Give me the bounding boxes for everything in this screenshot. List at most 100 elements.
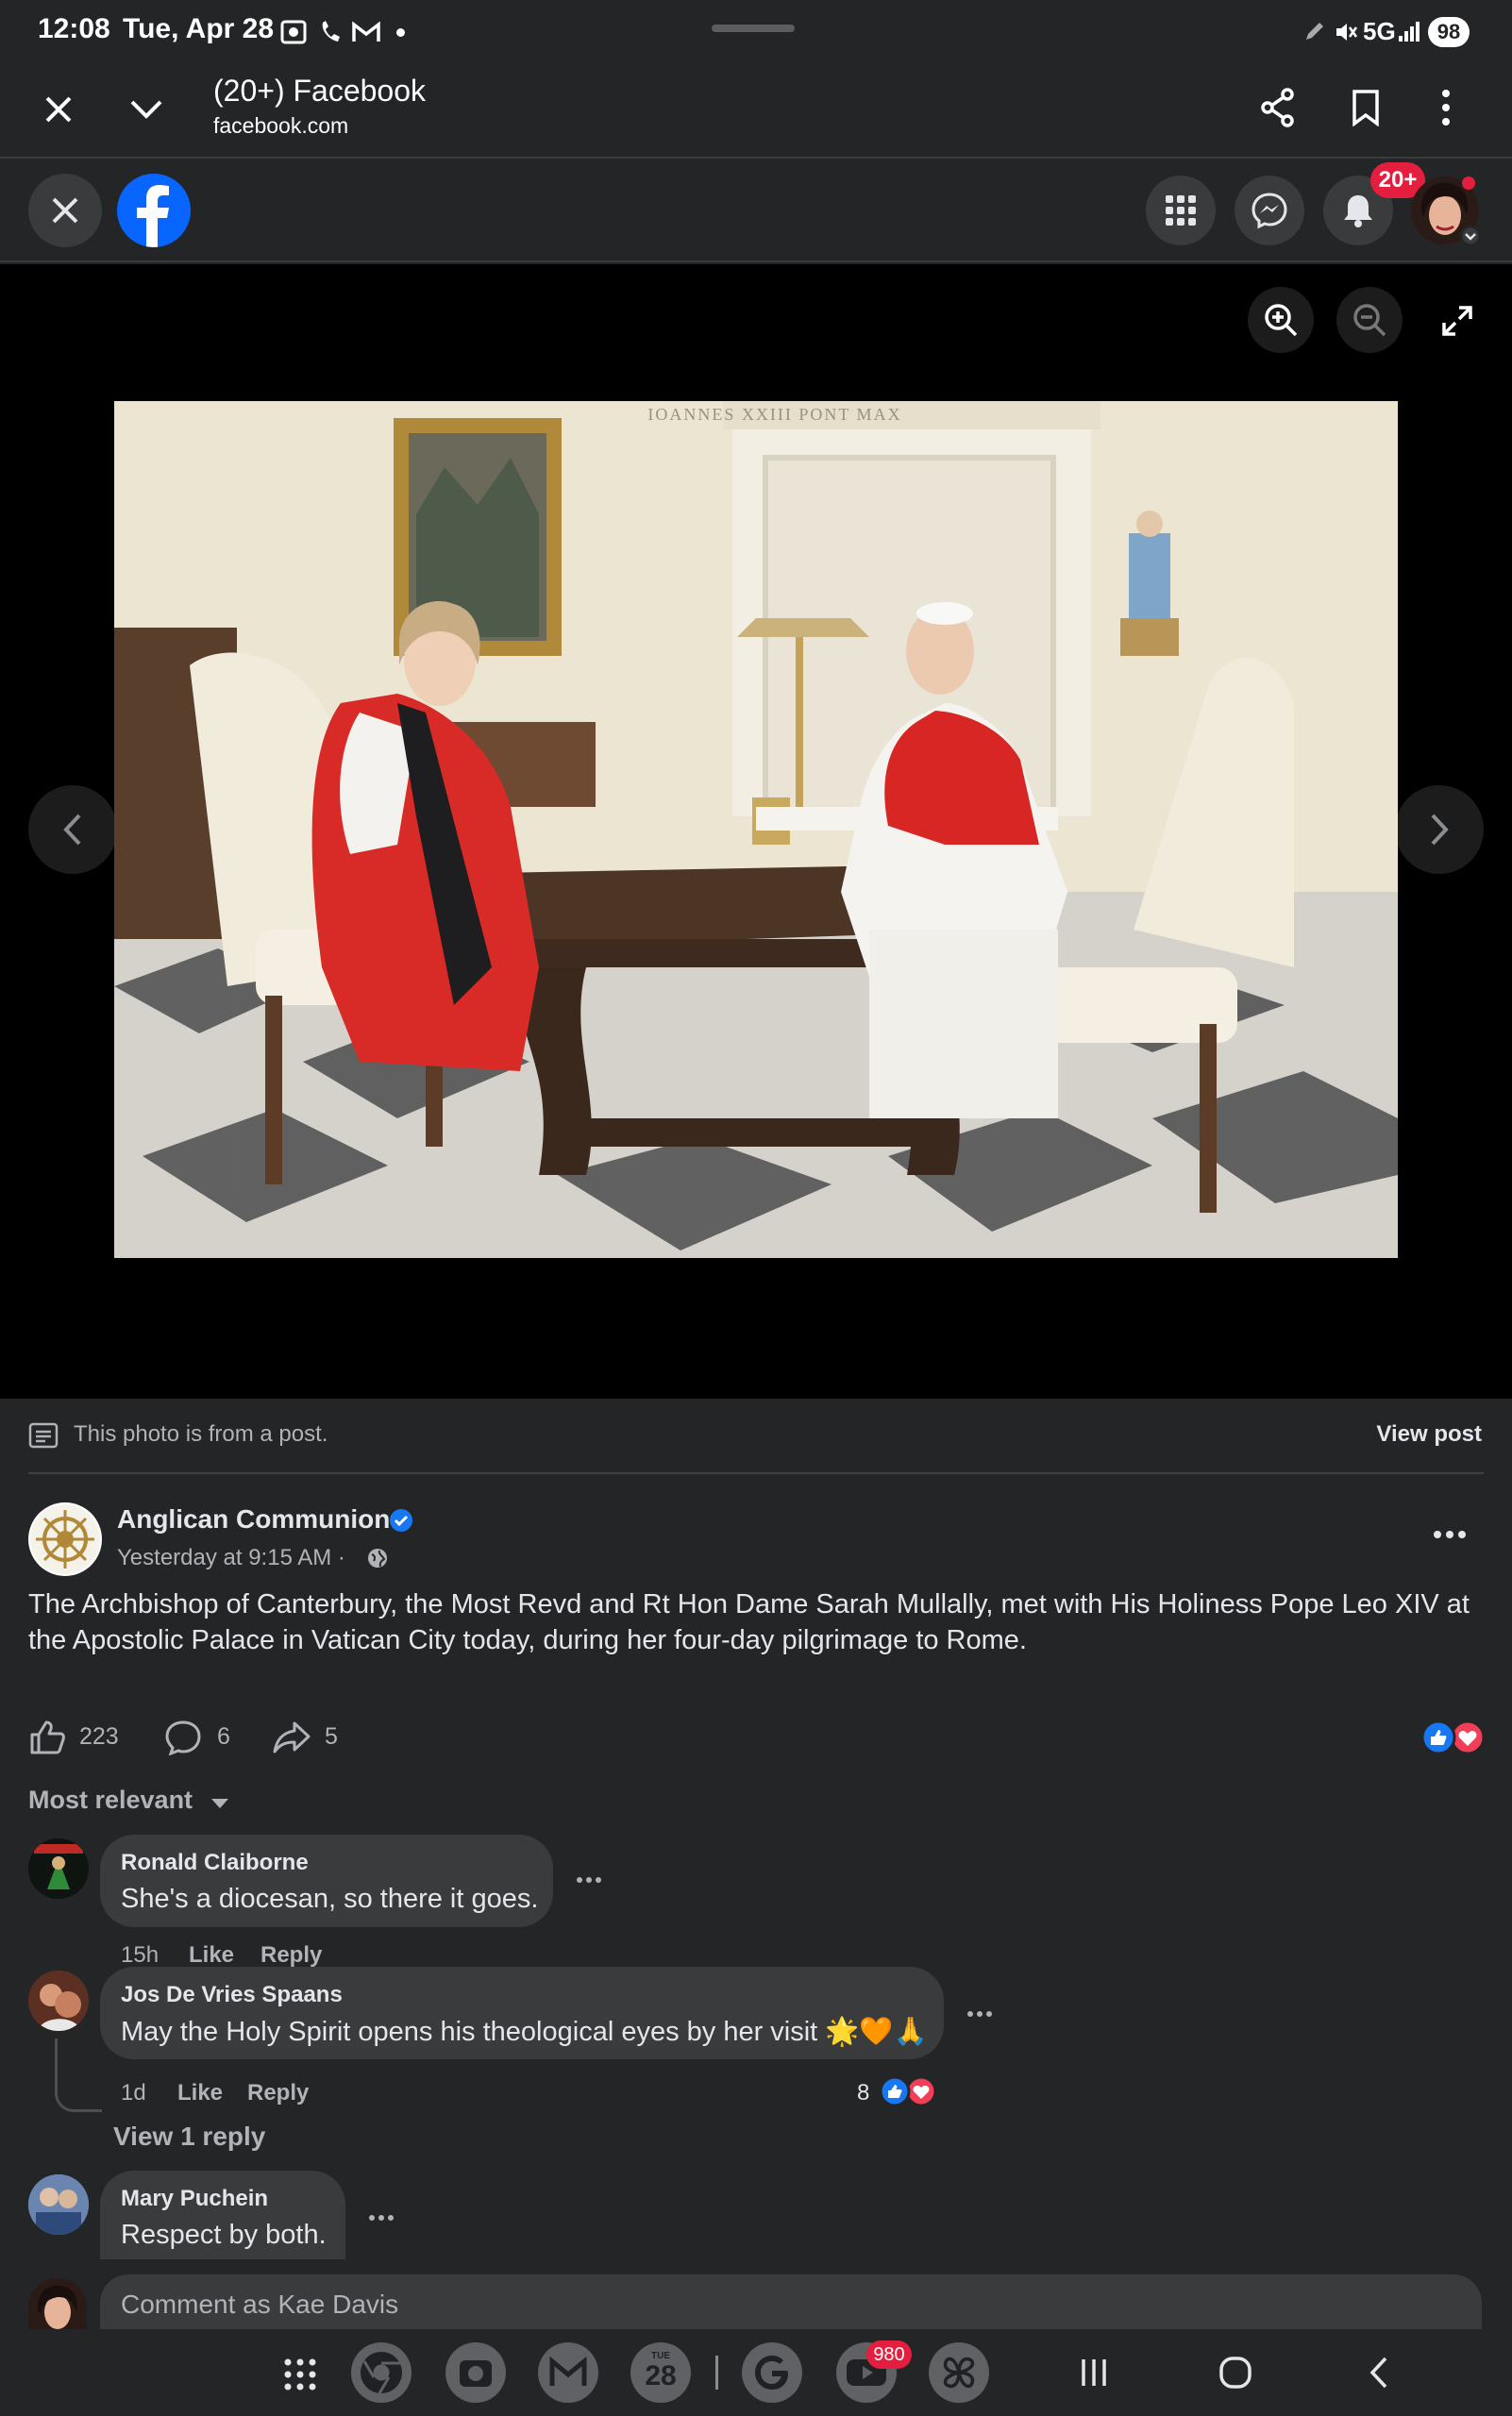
screenshot-icon (279, 19, 308, 45)
comment-avatar[interactable] (28, 2174, 89, 2235)
comment-input-placeholder[interactable]: Comment as Kae Davis (121, 2290, 398, 2320)
comment-options-icon[interactable] (368, 2214, 395, 2222)
network-type: 5G (1363, 17, 1396, 45)
comment-reply-button[interactable]: Reply (247, 2080, 309, 2106)
reactions-summary-icon[interactable] (1420, 1720, 1487, 1755)
like-icon[interactable] (28, 1720, 66, 1755)
close-viewer-button[interactable] (28, 174, 102, 247)
facebook-logo-icon[interactable] (117, 174, 191, 247)
post-timestamp[interactable]: Yesterday at 9:15 AM · (117, 1545, 345, 1571)
status-time: 12:08 (38, 13, 110, 44)
sort-dropdown[interactable]: Most relevant (28, 1786, 193, 1815)
comment-age: 15h (121, 1942, 160, 1968)
comment-bubble: Mary Puchein Respect by both. (100, 2171, 345, 2259)
comment-author[interactable]: Ronald Claiborne (121, 1850, 309, 1876)
battery-level: 98 (1428, 17, 1470, 47)
home-icon[interactable] (1218, 2354, 1253, 2391)
chevron-left-icon (59, 811, 87, 848)
post-body-line-2: the Apostolic Palace in Vatican City tod… (28, 1625, 1027, 1655)
recents-icon[interactable] (1078, 2356, 1110, 2390)
comment-reaction-count[interactable]: 8 (857, 2080, 869, 2106)
caret-down-icon[interactable] (210, 1797, 230, 1810)
pinwheel-app-icon[interactable] (929, 2342, 989, 2403)
calendar-day: 28 (645, 2360, 677, 2391)
notification-dot-icon (396, 28, 405, 37)
more-vert-icon[interactable] (1438, 87, 1453, 128)
comment-reply-button[interactable]: Reply (260, 1942, 322, 1969)
profile-avatar[interactable] (1410, 174, 1480, 247)
next-photo-button[interactable] (1395, 785, 1484, 874)
comment-options-icon[interactable] (966, 2010, 993, 2018)
photo-inscription: IOANNES XXIII PONT MAX (647, 405, 901, 424)
comment-like-button[interactable]: Like (177, 2080, 223, 2106)
reply-thread-line (55, 2038, 102, 2112)
page-avatar[interactable] (28, 1502, 102, 1576)
tab-url: facebook.com (213, 113, 349, 138)
zoom-out-button[interactable] (1336, 287, 1403, 353)
view-post-link[interactable]: View post (1376, 1421, 1482, 1448)
drag-handle[interactable] (712, 25, 795, 32)
camera-app-icon[interactable] (445, 2342, 506, 2403)
comment-text: Respect by both. (121, 2220, 327, 2250)
comment-author[interactable]: Jos De Vries Spaans (121, 1982, 343, 2008)
back-icon[interactable] (1365, 2356, 1393, 2390)
wifi-call-icon (317, 19, 344, 45)
gmail-app-icon[interactable] (538, 2342, 598, 2403)
comment-text: May the Holy Spirit opens his theologica… (121, 2017, 928, 2047)
comment-count: 6 (217, 1723, 230, 1750)
close-icon (49, 194, 81, 226)
post-options-icon[interactable] (1433, 1529, 1467, 1540)
calendar-app-icon[interactable]: TUE 28 (630, 2342, 691, 2403)
custom-tab-bar: (20+) Facebook facebook.com (0, 64, 1512, 159)
signal-icon (1397, 19, 1421, 43)
share-icon[interactable] (1259, 87, 1297, 128)
minimize-chevron-icon[interactable] (128, 94, 164, 123)
comment-bubble: Jos De Vries Spaans May the Holy Spirit … (100, 1967, 944, 2059)
globe-icon (366, 1547, 389, 1569)
gmail-icon (351, 21, 381, 43)
google-app-icon[interactable] (742, 2342, 802, 2403)
verified-badge-icon (389, 1508, 413, 1533)
fullscreen-icon[interactable] (1440, 304, 1474, 338)
share-count: 5 (325, 1723, 338, 1750)
grid-menu-icon (1164, 193, 1198, 227)
comment-icon[interactable] (164, 1720, 202, 1755)
comment-text: She's a diocesan, so there it goes. (121, 1884, 539, 1914)
comment-options-icon[interactable] (576, 1876, 602, 1884)
previous-photo-button[interactable] (28, 785, 117, 874)
zoom-out-icon (1352, 302, 1387, 338)
post-notice-icon (28, 1422, 59, 1449)
comment-reactions-icon[interactable] (874, 2074, 940, 2108)
comment-bubble: Ronald Claiborne She's a diocesan, so th… (100, 1835, 553, 1927)
messenger-button[interactable] (1235, 176, 1304, 245)
comment-like-button[interactable]: Like (189, 1942, 234, 1969)
status-bar: 12:08 Tue, Apr 28 5G 98 (0, 0, 1512, 64)
zoom-in-button[interactable] (1248, 287, 1314, 353)
close-tab-icon[interactable] (42, 92, 76, 126)
app-drawer-icon[interactable] (283, 2357, 317, 2391)
facebook-header: 20+ (0, 160, 1512, 262)
bell-icon (1341, 193, 1375, 228)
view-replies-link[interactable]: View 1 reply (113, 2122, 265, 2152)
comment-avatar[interactable] (28, 1838, 89, 1899)
comment-avatar[interactable] (28, 1971, 89, 2031)
comment-author[interactable]: Mary Puchein (121, 2186, 268, 2212)
post-photo[interactable]: IOANNES XXIII PONT MAX (114, 401, 1398, 1258)
post-body-line-1: The Archbishop of Canterbury, the Most R… (28, 1589, 1470, 1619)
messenger-icon (1251, 192, 1288, 229)
tab-title: (20+) Facebook (213, 74, 427, 108)
menu-button[interactable] (1146, 176, 1216, 245)
comment-composer[interactable]: Comment as Kae Davis (100, 2274, 1482, 2331)
comment-age: 1d (121, 2080, 146, 2106)
share-arrow-icon[interactable] (272, 1720, 311, 1755)
pen-icon (1302, 19, 1327, 43)
like-count: 223 (79, 1723, 119, 1750)
status-date: Tue, Apr 28 (123, 13, 275, 44)
divider (28, 1472, 1484, 1474)
youtube-badge: 980 (866, 2340, 912, 2369)
chevron-right-icon (1425, 811, 1453, 848)
chrome-app-icon[interactable] (351, 2342, 412, 2403)
post-author[interactable]: Anglican Communion (117, 1504, 390, 1535)
bookmark-icon[interactable] (1350, 89, 1382, 126)
mute-icon (1333, 19, 1359, 45)
